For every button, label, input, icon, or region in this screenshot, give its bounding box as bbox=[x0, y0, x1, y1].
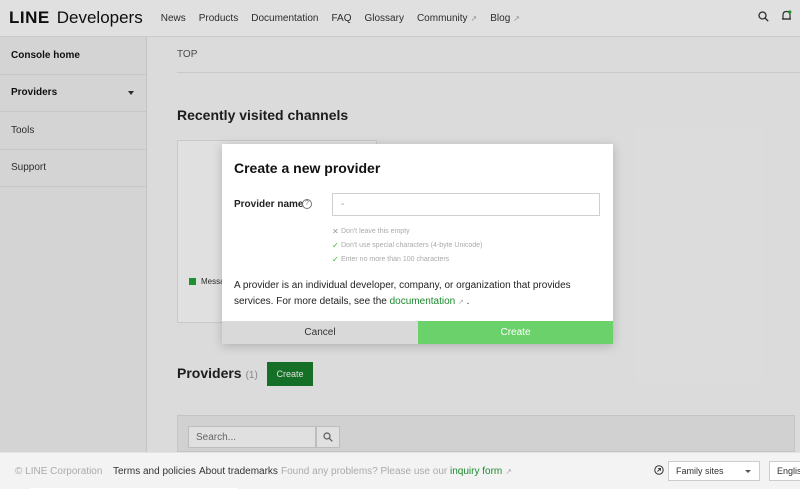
dialog-description: A provider is an individual developer, c… bbox=[234, 278, 594, 311]
provider-name-label: Provider name bbox=[234, 199, 304, 210]
create-button[interactable]: Create bbox=[418, 321, 613, 344]
rule-not-empty: ✕ Don't leave this empty bbox=[332, 224, 482, 238]
validation-rules: ✕ Don't leave this empty ✓ Don't use speci… bbox=[332, 224, 482, 266]
x-mark-icon: ✕ bbox=[332, 226, 339, 236]
family-sites-label: Family sites bbox=[676, 466, 724, 476]
dialog-title: Create a new provider bbox=[234, 160, 381, 176]
globe-icon bbox=[654, 465, 664, 478]
rule-text: Enter no more than 100 characters bbox=[341, 255, 450, 263]
rule-max-length: ✓ Enter no more than 100 characters bbox=[332, 252, 482, 266]
documentation-link[interactable]: documentation bbox=[390, 296, 456, 307]
checkmark-icon: ✓ bbox=[332, 240, 339, 250]
rule-no-special-chars: ✓ Don't use special characters (4-byte Un… bbox=[332, 238, 482, 252]
create-provider-dialog: Create a new provider Provider name ? ✕D… bbox=[222, 144, 613, 344]
terms-link[interactable]: Terms and policies bbox=[113, 466, 196, 477]
language-select[interactable]: English bbox=[769, 461, 800, 481]
external-link-icon: ↗ bbox=[458, 299, 464, 306]
family-sites-select[interactable]: Family sites bbox=[668, 461, 760, 481]
trademarks-link[interactable]: About trademarks bbox=[199, 466, 278, 477]
copyright: © LINE Corporation bbox=[15, 466, 103, 477]
inquiry-form-link[interactable]: inquiry form bbox=[450, 466, 502, 477]
cancel-button[interactable]: Cancel bbox=[222, 321, 418, 344]
rule-text: Don't leave this empty bbox=[341, 227, 410, 235]
description-end: . bbox=[466, 296, 470, 307]
help-text-label: Found any problems? Please use our bbox=[281, 466, 448, 477]
language-label: English bbox=[777, 466, 800, 476]
checkmark-icon: ✓ bbox=[332, 254, 339, 264]
chevron-down-icon bbox=[745, 470, 751, 473]
provider-name-input[interactable] bbox=[332, 193, 600, 216]
external-link-icon: ↗ bbox=[505, 467, 512, 476]
rule-text: Don't use special characters (4-byte Uni… bbox=[341, 241, 483, 249]
help-circle-icon[interactable]: ? bbox=[302, 199, 312, 209]
help-text: Found any problems? Please use our inqui… bbox=[281, 466, 512, 477]
footer: © LINE Corporation Terms and policies Ab… bbox=[0, 452, 800, 489]
